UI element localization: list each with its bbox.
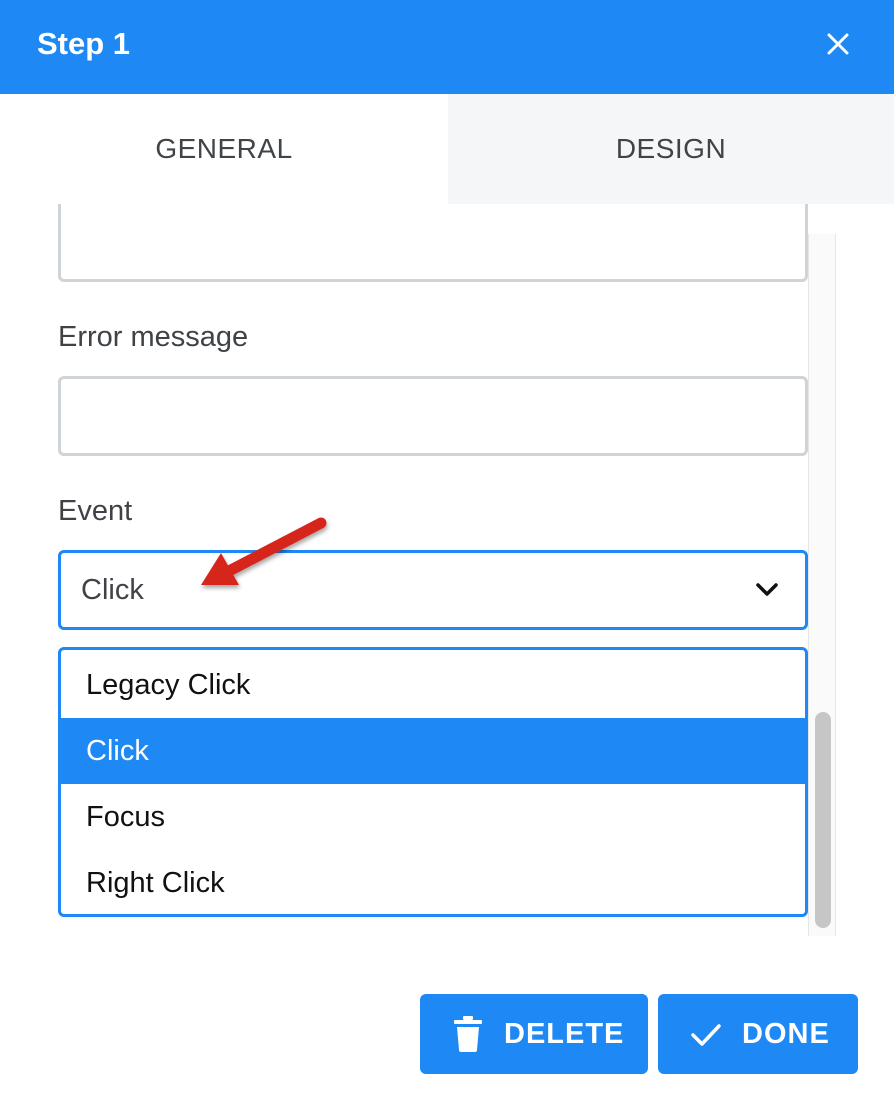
check-icon <box>691 1024 721 1046</box>
delete-button-label: DELETE <box>504 1018 625 1050</box>
tab-bar: GENERAL DESIGN <box>0 94 894 204</box>
event-option-right-click[interactable]: Right Click <box>61 850 805 914</box>
delete-button[interactable]: DELETE <box>420 994 648 1074</box>
trash-icon <box>454 1016 482 1052</box>
close-button[interactable] <box>818 24 858 64</box>
form-content: Error message Event Click Legacy Click C… <box>0 204 894 944</box>
event-select[interactable]: Click <box>58 550 808 630</box>
event-option-click[interactable]: Click <box>61 718 805 784</box>
done-button[interactable]: DONE <box>658 994 858 1074</box>
event-label: Event <box>58 495 133 527</box>
event-select-value: Click <box>81 574 144 606</box>
tab-design[interactable]: DESIGN <box>448 94 894 204</box>
dialog-header: Step 1 <box>0 0 894 94</box>
previous-field-input[interactable] <box>58 204 808 282</box>
done-button-label: DONE <box>742 1018 830 1050</box>
chevron-down-icon <box>756 583 778 596</box>
scrollbar-thumb[interactable] <box>815 712 831 928</box>
event-dropdown-list: Legacy Click Click Focus Right Click <box>58 647 808 917</box>
event-option-legacy-click[interactable]: Legacy Click <box>61 652 805 718</box>
tab-general[interactable]: GENERAL <box>0 94 448 204</box>
event-option-focus[interactable]: Focus <box>61 784 805 850</box>
dialog-title: Step 1 <box>37 26 131 61</box>
error-message-input[interactable] <box>58 376 808 456</box>
error-message-label: Error message <box>58 321 249 353</box>
close-icon <box>827 33 849 55</box>
